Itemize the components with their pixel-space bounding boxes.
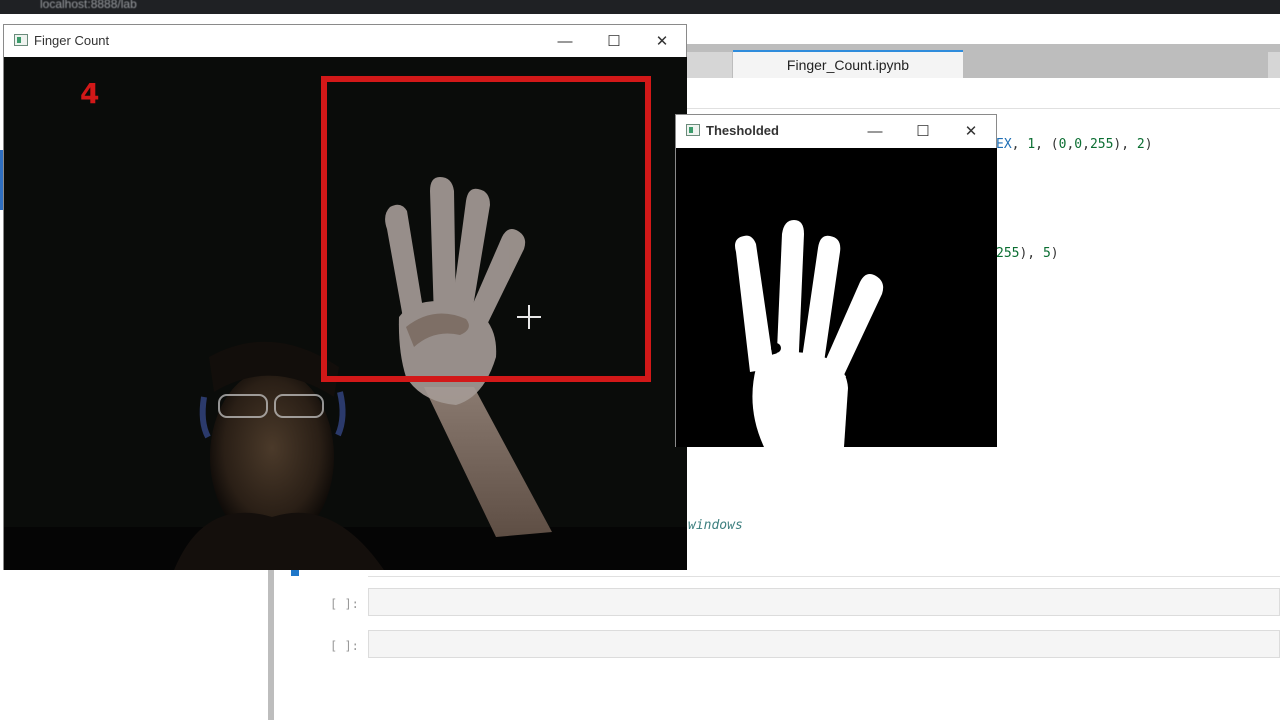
empty-code-cell[interactable]: [368, 630, 1280, 658]
cell-divider: [368, 576, 1280, 577]
browser-url[interactable]: localhost:8888/lab: [40, 0, 137, 11]
close-icon[interactable]: ✕: [649, 30, 675, 52]
window-title: Finger Count: [34, 33, 110, 48]
code-line-2[interactable]: 255), 5): [996, 246, 1059, 261]
code-line-3[interactable]: windows: [688, 518, 743, 533]
empty-code-cell[interactable]: [368, 588, 1280, 616]
minimize-icon[interactable]: —: [552, 30, 578, 52]
window-title: Thesholded: [706, 123, 779, 138]
minimize-icon[interactable]: —: [862, 120, 888, 142]
jupyter-tab-scroll[interactable]: [1268, 52, 1280, 78]
window-titlebar[interactable]: Finger Count — ☐ ✕: [4, 25, 686, 57]
jupyter-tab-active[interactable]: Finger_Count.ipynb: [733, 50, 963, 78]
app-icon: [14, 34, 28, 46]
threshold-mask[interactable]: [676, 148, 997, 447]
finger-count-label: 4: [80, 77, 100, 110]
camera-feed[interactable]: 4: [4, 57, 687, 570]
thresholded-window[interactable]: Thesholded — ☐ ✕: [675, 114, 997, 447]
hand-mask: [676, 148, 997, 447]
browser-top-bar: localhost:8888/lab: [0, 0, 1280, 14]
code-line-1[interactable]: EX, 1, (0,0,255), 2): [996, 137, 1153, 152]
maximize-icon[interactable]: ☐: [910, 120, 936, 142]
cell-prompt: [ ]:: [330, 639, 359, 653]
camera-frame: [4, 57, 687, 570]
app-icon: [686, 124, 700, 136]
cell-prompt: [ ]:: [330, 597, 359, 611]
finger-count-window[interactable]: Finger Count — ☐ ✕ 4: [3, 24, 687, 570]
jupyter-toolbar-divider: [686, 108, 1280, 109]
maximize-icon[interactable]: ☐: [601, 30, 627, 52]
window-titlebar[interactable]: Thesholded — ☐ ✕: [676, 115, 996, 147]
sidebar-divider[interactable]: [268, 570, 274, 720]
jupyter-tab-inactive[interactable]: [686, 52, 732, 78]
close-icon[interactable]: ✕: [958, 120, 984, 142]
